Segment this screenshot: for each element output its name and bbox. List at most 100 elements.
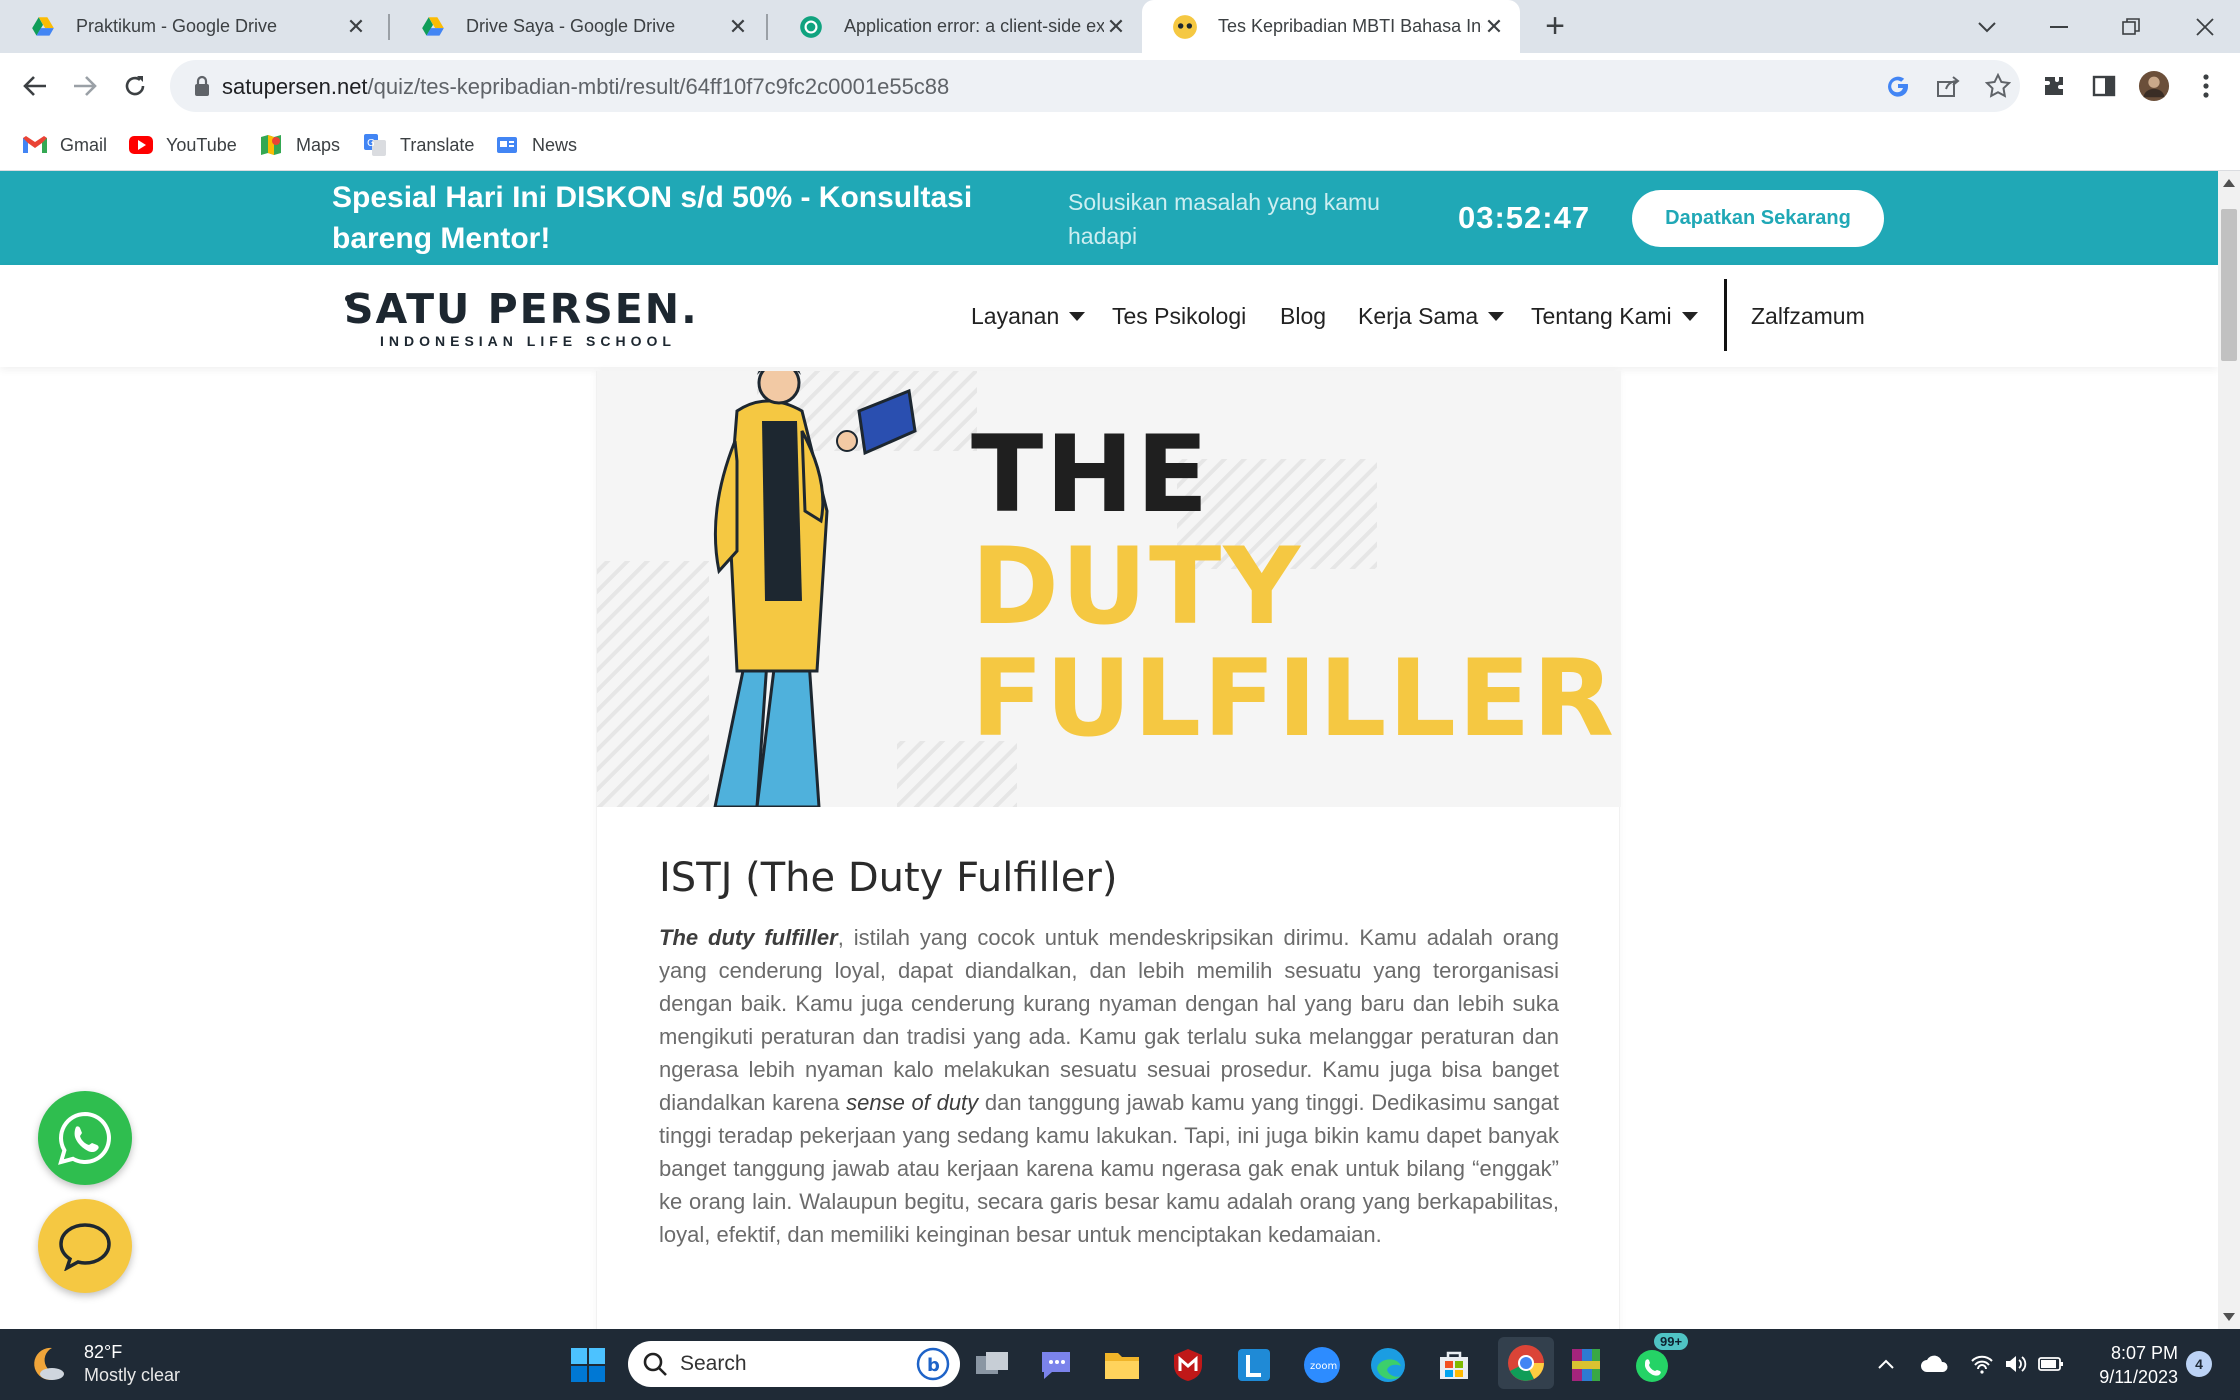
task-view-icon[interactable] — [970, 1343, 1014, 1387]
whatsapp-taskbar-icon[interactable]: 99+ — [1630, 1333, 1689, 1387]
notification-badge[interactable]: 4 — [2186, 1351, 2212, 1377]
nav-blog[interactable]: Blog — [1280, 301, 1326, 331]
tab-application-error[interactable]: Application error: a client-side excepti… — [768, 0, 1142, 53]
nav-tentang-kami[interactable]: Tentang Kami — [1531, 301, 1698, 331]
clock[interactable]: 8:07 PM 9/11/2023 — [2068, 1341, 2178, 1389]
nav-label: Kerja Sama — [1358, 302, 1479, 329]
close-tab-icon[interactable]: ✕ — [726, 14, 750, 39]
taskbar-search[interactable]: Search b — [628, 1341, 960, 1387]
nav-layanan[interactable]: Layanan — [971, 301, 1086, 331]
windows-start-icon[interactable] — [566, 1343, 610, 1387]
google-drive-icon — [32, 16, 54, 36]
bookmark-news[interactable]: News — [494, 129, 577, 161]
wifi-icon[interactable] — [1968, 1349, 1996, 1379]
tab-praktikum[interactable]: Praktikum - Google Drive ✕ — [0, 0, 382, 53]
winrar-icon[interactable] — [1564, 1343, 1608, 1387]
nav-user-account[interactable]: Zalfzamum — [1751, 301, 1865, 331]
close-tab-icon[interactable]: ✕ — [344, 14, 368, 39]
bookmark-label: Translate — [400, 134, 475, 155]
tab-title: Application error: a client-side excepti… — [844, 16, 1104, 36]
close-tab-icon[interactable]: ✕ — [1482, 14, 1506, 39]
profile-avatar-icon[interactable] — [2138, 70, 2170, 102]
restore-icon[interactable] — [2096, 0, 2166, 53]
bookmark-gmail[interactable]: Gmail — [22, 129, 107, 161]
whatsapp-float-button[interactable] — [38, 1091, 132, 1185]
mcafee-icon[interactable] — [1166, 1343, 1210, 1387]
page-viewport: Spesial Hari Ini DISKON s/d 50% - Konsul… — [0, 171, 2218, 1329]
zoom-icon[interactable]: zoom — [1300, 1343, 1344, 1387]
clock-time: 8:07 PM — [2110, 1343, 2178, 1363]
google-lens-icon[interactable] — [1882, 70, 1914, 102]
promo-cta-button[interactable]: Dapatkan Sekarang — [1632, 190, 1884, 247]
emphasis-phrase: sense of duty — [846, 1090, 979, 1115]
chat-float-button[interactable] — [38, 1199, 132, 1293]
chrome-taskbar-icon[interactable] — [1498, 1337, 1554, 1389]
nav-label: Tes Psikologi — [1112, 302, 1247, 329]
site-navbar: SATU PERSEN. INDONESIAN LIFE SCHOOL Laya… — [0, 265, 2218, 367]
url-text[interactable]: satupersen.net/quiz/tes-kepribadian-mbti… — [222, 74, 949, 100]
scroll-down-icon[interactable] — [2223, 1313, 2235, 1321]
volume-icon[interactable] — [2002, 1349, 2030, 1379]
bookmarks-bar: Gmail YouTube Maps G Translate News — [0, 119, 2240, 171]
nav-label: Blog — [1280, 302, 1327, 329]
promo-headline: Spesial Hari Ini DISKON s/d 50% - Konsul… — [332, 181, 973, 255]
news-icon — [494, 134, 520, 156]
tab-mbti-active[interactable]: Tes Kepribadian MBTI Bahasa Indonesia ✕ — [1142, 0, 1520, 53]
tab-title: Praktikum - Google Drive — [76, 16, 278, 36]
tab-search-icon[interactable] — [1952, 0, 2022, 53]
promo-banner: Spesial Hari Ini DISKON s/d 50% - Konsul… — [0, 171, 2218, 265]
bookmark-translate[interactable]: G Translate — [362, 129, 474, 161]
user-name: Zalfzamum — [1751, 302, 1865, 329]
edge-icon[interactable] — [1366, 1343, 1410, 1387]
nav-label: Tentang Kami — [1531, 302, 1672, 329]
reload-icon[interactable] — [114, 65, 156, 107]
bing-icon: b — [916, 1347, 950, 1381]
whatsapp-icon — [58, 1111, 111, 1165]
extensions-icon[interactable] — [2038, 70, 2070, 102]
windows-taskbar: 82°F Mostly clear Search b zoom 99+ 8:07… — [0, 1329, 2240, 1400]
star-icon[interactable] — [1982, 70, 2014, 102]
nav-tes-psikologi[interactable]: Tes Psikologi — [1112, 301, 1246, 331]
page-scrollbar[interactable] — [2218, 171, 2240, 1329]
youtube-icon — [128, 134, 154, 156]
maps-icon — [258, 134, 284, 156]
microsoft-store-icon[interactable] — [1432, 1343, 1476, 1387]
bookmark-youtube[interactable]: YouTube — [128, 129, 237, 161]
lead-phrase: The duty fulfiller — [659, 925, 838, 950]
caret-down-icon — [1681, 311, 1698, 321]
back-icon[interactable] — [14, 65, 56, 107]
weather-widget[interactable]: 82°F Mostly clear — [28, 1341, 180, 1387]
address-bar[interactable]: satupersen.net/quiz/tes-kepribadian-mbti… — [170, 60, 2020, 112]
menu-kebab-icon[interactable] — [2190, 70, 2222, 102]
bookmark-maps[interactable]: Maps — [258, 129, 340, 161]
temperature: 82°F — [84, 1342, 123, 1362]
share-icon[interactable] — [1932, 70, 1964, 102]
onedrive-icon[interactable] — [1918, 1349, 1952, 1379]
scrollbar-thumb[interactable] — [2221, 209, 2237, 361]
scroll-up-icon[interactable] — [2223, 179, 2235, 187]
nav-kerja-sama[interactable]: Kerja Sama — [1358, 301, 1505, 331]
caret-down-icon — [1069, 311, 1086, 321]
bookmark-label: News — [532, 134, 578, 155]
lock-icon[interactable] — [192, 75, 212, 97]
tab-drive-saya[interactable]: Drive Saya - Google Drive ✕ — [390, 0, 764, 53]
file-explorer-icon[interactable] — [1100, 1343, 1144, 1387]
nav-label: Layanan — [971, 302, 1060, 329]
google-drive-icon — [422, 16, 444, 36]
satupersen-logo[interactable]: SATU PERSEN. INDONESIAN LIFE SCHOOL — [344, 287, 699, 349]
nav-divider — [1724, 279, 1727, 351]
logo-text: SATU PERSEN. — [344, 285, 699, 333]
battery-icon[interactable] — [2036, 1349, 2066, 1379]
l-app-icon[interactable] — [1232, 1343, 1276, 1387]
forward-icon[interactable] — [64, 65, 106, 107]
clock-date: 9/11/2023 — [2099, 1367, 2178, 1387]
teams-chat-icon[interactable] — [1034, 1343, 1078, 1387]
new-tab-button[interactable]: + — [1536, 8, 1574, 46]
close-window-icon[interactable] — [2170, 0, 2240, 53]
caret-down-icon — [1488, 311, 1505, 321]
logo-dot — [345, 295, 352, 302]
show-hidden-icons[interactable] — [1872, 1349, 1900, 1379]
close-tab-icon[interactable]: ✕ — [1104, 14, 1128, 39]
side-panel-icon[interactable] — [2088, 70, 2120, 102]
minimize-icon[interactable] — [2024, 0, 2094, 53]
